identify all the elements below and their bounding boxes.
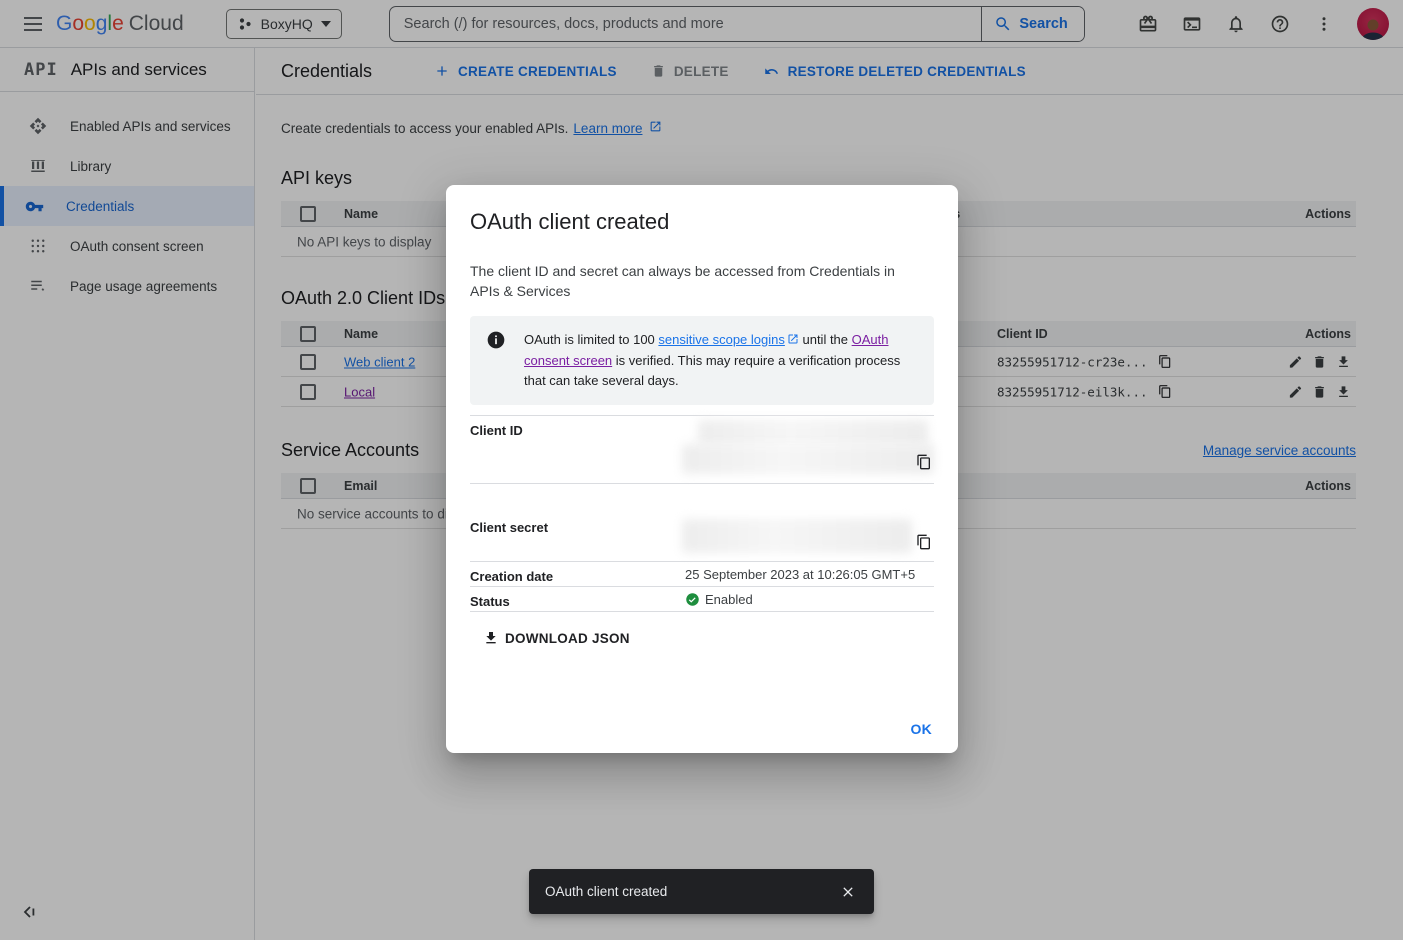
check-circle-icon	[685, 592, 700, 607]
copy-icon	[916, 454, 932, 470]
oauth-limit-notice: OAuth is limited to 100 sensitive scope …	[470, 316, 934, 405]
external-link-icon	[787, 331, 799, 351]
dialog-fields: Client ID Client secret Creation date 25…	[470, 415, 934, 612]
download-json-button[interactable]: DOWNLOAD JSON	[483, 630, 630, 646]
client-id-row: Client ID	[470, 415, 934, 484]
copy-client-id-button[interactable]	[916, 454, 932, 475]
info-icon	[486, 330, 506, 350]
dialog-title: OAuth client created	[470, 209, 934, 235]
notice-text: OAuth is limited to 100 sensitive scope …	[524, 330, 904, 391]
status-label: Status	[470, 594, 510, 609]
client-id-redacted-value	[698, 420, 928, 446]
toast-message: OAuth client created	[545, 884, 840, 899]
client-secret-redacted-value	[682, 519, 912, 553]
oauth-client-created-dialog: OAuth client created The client ID and s…	[446, 185, 958, 753]
copy-icon	[916, 534, 932, 550]
client-secret-label: Client secret	[470, 520, 548, 535]
client-id-redacted-value	[682, 444, 934, 474]
sensitive-scope-logins-link[interactable]: sensitive scope logins	[658, 332, 784, 347]
creation-date-row: Creation date 25 September 2023 at 10:26…	[470, 562, 934, 587]
field-spacer	[470, 484, 934, 513]
creation-date-value: 25 September 2023 at 10:26:05 GMT+5	[685, 567, 915, 582]
download-icon	[483, 630, 499, 646]
copy-client-secret-button[interactable]	[916, 534, 932, 555]
status-row: Status Enabled	[470, 587, 934, 612]
client-id-label: Client ID	[470, 423, 523, 438]
status-value: Enabled	[705, 592, 753, 607]
dialog-body-text: The client ID and secret can always be a…	[470, 261, 920, 301]
snackbar-toast: OAuth client created	[529, 869, 874, 914]
client-secret-row: Client secret	[470, 513, 934, 562]
creation-date-label: Creation date	[470, 569, 553, 584]
close-icon[interactable]	[840, 884, 856, 900]
ok-button[interactable]: OK	[911, 721, 933, 737]
